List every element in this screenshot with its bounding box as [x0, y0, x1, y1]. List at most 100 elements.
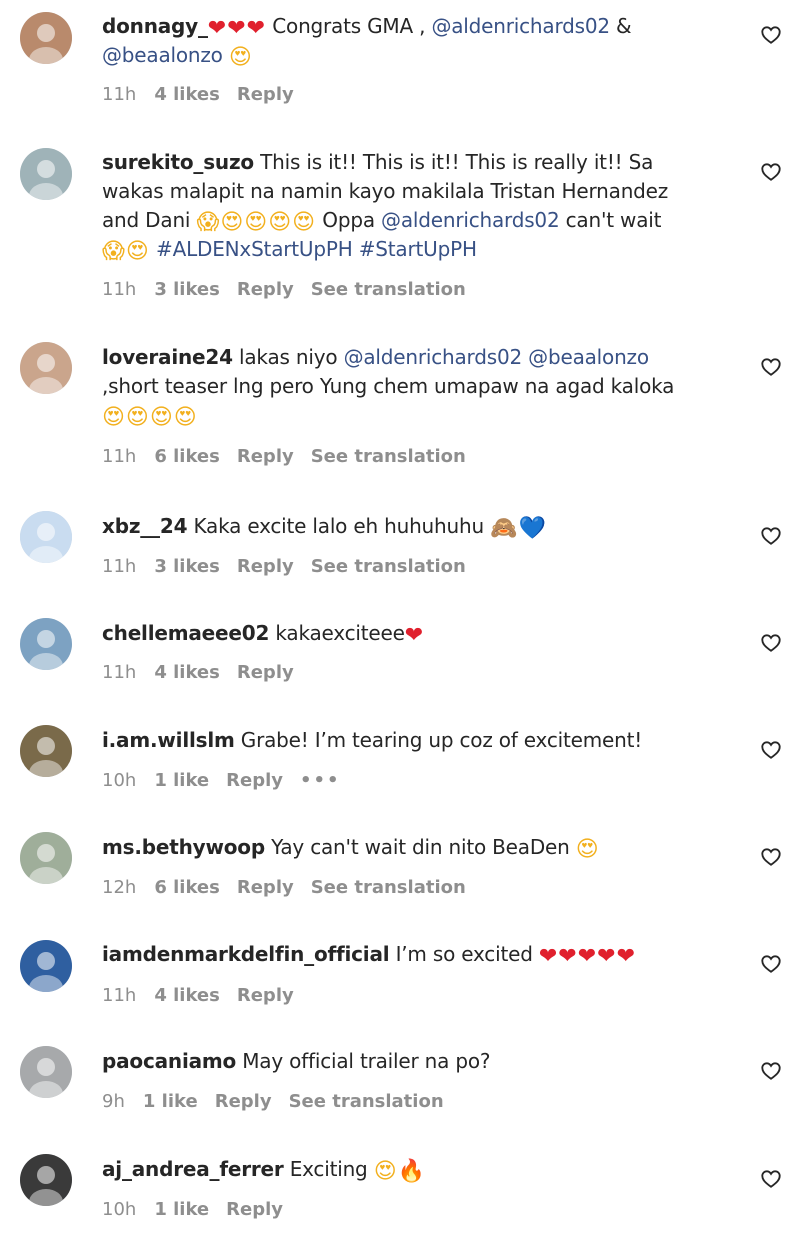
avatar[interactable] — [20, 12, 72, 64]
like-heart-icon[interactable] — [760, 356, 782, 378]
username-link[interactable]: i.am.willslm — [102, 728, 235, 752]
hashtag-link[interactable]: #StartUpPH — [359, 237, 477, 261]
likes-count-link[interactable]: 4 likes — [154, 84, 220, 105]
avatar[interactable] — [20, 1154, 72, 1206]
timestamp: 11h — [102, 279, 137, 300]
more-options-button[interactable]: ••• — [300, 770, 341, 791]
comment-body-text: May official trailer na po? — [236, 1049, 491, 1073]
emoji-icon: 💙 — [518, 516, 547, 541]
reply-button[interactable]: Reply — [237, 985, 294, 1006]
comment-meta: 10h 1 like Reply — [102, 1199, 300, 1220]
comment-body-text: I’m so excited — [389, 942, 539, 966]
like-heart-icon[interactable] — [760, 525, 782, 547]
avatar[interactable] — [20, 342, 72, 394]
mention-link[interactable]: @aldenrichards02 — [431, 14, 610, 38]
comment-meta: 11h 4 likes Reply — [102, 662, 311, 683]
comment-body-text: ,short teaser lng pero Yung chem umapaw … — [102, 374, 675, 398]
likes-count-link[interactable]: 4 likes — [154, 985, 220, 1006]
likes-count-link[interactable]: 3 likes — [154, 556, 220, 577]
comment-text: i.am.willslm Grabe! I’m tearing up coz o… — [102, 726, 702, 755]
reply-button[interactable]: Reply — [226, 770, 283, 791]
comment-meta: 11h 4 likes Reply — [102, 985, 311, 1006]
username-link[interactable]: chellemaeee02 — [102, 621, 269, 645]
reply-button[interactable]: Reply — [237, 84, 294, 105]
avatar[interactable] — [20, 148, 72, 200]
like-heart-icon[interactable] — [760, 161, 782, 183]
hashtag-link[interactable]: #ALDENxStartUpPH — [156, 237, 353, 261]
comment-body-text: Yay can't wait din nito BeaDen — [264, 835, 576, 859]
likes-count-link[interactable]: 1 like — [154, 1199, 209, 1220]
emoji-icon: 😍 — [575, 837, 600, 862]
comment-text: loveraine24 lakas niyo @aldenrichards02 … — [102, 343, 702, 430]
mention-link[interactable]: @aldenrichards02 — [344, 345, 523, 369]
comment-text: surekito_suzo This is it!! This is it!! … — [102, 148, 702, 264]
comment-body-text: Grabe! I’m tearing up coz of excitement! — [234, 728, 643, 752]
like-heart-icon[interactable] — [760, 1060, 782, 1082]
username-link[interactable]: paocaniamo — [102, 1049, 236, 1073]
likes-count-link[interactable]: 4 likes — [154, 662, 220, 683]
timestamp: 10h — [102, 1199, 137, 1220]
see-translation-button[interactable]: See translation — [311, 446, 466, 467]
likes-count-link[interactable]: 3 likes — [154, 279, 220, 300]
username-link[interactable]: xbz__24 — [102, 514, 187, 538]
comment-meta: 11h 6 likes Reply See translation — [102, 446, 483, 467]
likes-count-link[interactable]: 6 likes — [154, 446, 220, 467]
emoji-icon: 😱😍😍😍😍 — [196, 210, 317, 235]
timestamp: 11h — [102, 84, 137, 105]
emoji-icon: 🔥 — [397, 1159, 427, 1184]
reply-button[interactable]: Reply — [237, 877, 294, 898]
comment-meta: 11h 4 likes Reply — [102, 84, 311, 105]
comment-text: paocaniamo May official trailer na po? — [102, 1047, 702, 1076]
likes-count-link[interactable]: 6 likes — [154, 877, 220, 898]
see-translation-button[interactable]: See translation — [311, 279, 466, 300]
like-heart-icon[interactable] — [760, 24, 782, 46]
timestamp: 11h — [102, 446, 137, 467]
likes-count-link[interactable]: 1 like — [143, 1091, 198, 1112]
likes-count-link[interactable]: 1 like — [154, 770, 209, 791]
reply-button[interactable]: Reply — [215, 1091, 272, 1112]
emoji-icon: 😍 — [228, 45, 253, 70]
comment-meta: 9h 1 like Reply See translation — [102, 1091, 461, 1112]
mention-link[interactable]: @beaalonzo — [102, 43, 223, 67]
username-link[interactable]: aj_andrea_ferrer — [102, 1157, 284, 1181]
like-heart-icon[interactable] — [760, 953, 782, 975]
timestamp: 11h — [102, 985, 137, 1006]
mention-link[interactable]: @aldenrichards02 — [381, 208, 560, 232]
like-heart-icon[interactable] — [760, 739, 782, 761]
reply-button[interactable]: Reply — [237, 279, 294, 300]
see-translation-button[interactable]: See translation — [311, 556, 466, 577]
emoji-icon: 😍 — [373, 1159, 398, 1184]
like-heart-icon[interactable] — [760, 846, 782, 868]
comment-body-text: Oppa — [316, 208, 382, 232]
comment-meta: 11h 3 likes Reply See translation — [102, 279, 483, 300]
username-link[interactable]: ms.bethywoop — [102, 835, 265, 859]
reply-button[interactable]: Reply — [226, 1199, 283, 1220]
mention-link[interactable]: @beaalonzo — [528, 345, 649, 369]
reply-button[interactable]: Reply — [237, 662, 294, 683]
avatar[interactable] — [20, 618, 72, 670]
timestamp: 12h — [102, 877, 137, 898]
avatar[interactable] — [20, 940, 72, 992]
avatar[interactable] — [20, 725, 72, 777]
comment-body-text: Exciting — [283, 1157, 374, 1181]
avatar[interactable] — [20, 1046, 72, 1098]
emoji-icon: ❤❤❤ — [207, 16, 267, 41]
comment-text: donnagy_❤❤❤ Congrats GMA , @aldenrichard… — [102, 12, 702, 70]
see-translation-button[interactable]: See translation — [311, 877, 466, 898]
comment-text: aj_andrea_ferrer Exciting 😍🔥 — [102, 1155, 702, 1184]
timestamp: 9h — [102, 1091, 125, 1112]
username-link[interactable]: loveraine24 — [102, 345, 233, 369]
comment-body-text: kakaexciteee — [269, 621, 405, 645]
username-link[interactable]: donnagy_ — [102, 14, 208, 38]
emoji-icon: ❤ — [404, 623, 425, 648]
avatar[interactable] — [20, 511, 72, 563]
reply-button[interactable]: Reply — [237, 556, 294, 577]
see-translation-button[interactable]: See translation — [289, 1091, 444, 1112]
emoji-icon: 🙈 — [490, 516, 519, 541]
username-link[interactable]: iamdenmarkdelfin_official — [102, 942, 390, 966]
like-heart-icon[interactable] — [760, 632, 782, 654]
username-link[interactable]: surekito_suzo — [102, 150, 254, 174]
like-heart-icon[interactable] — [760, 1168, 782, 1190]
avatar[interactable] — [20, 832, 72, 884]
reply-button[interactable]: Reply — [237, 446, 294, 467]
